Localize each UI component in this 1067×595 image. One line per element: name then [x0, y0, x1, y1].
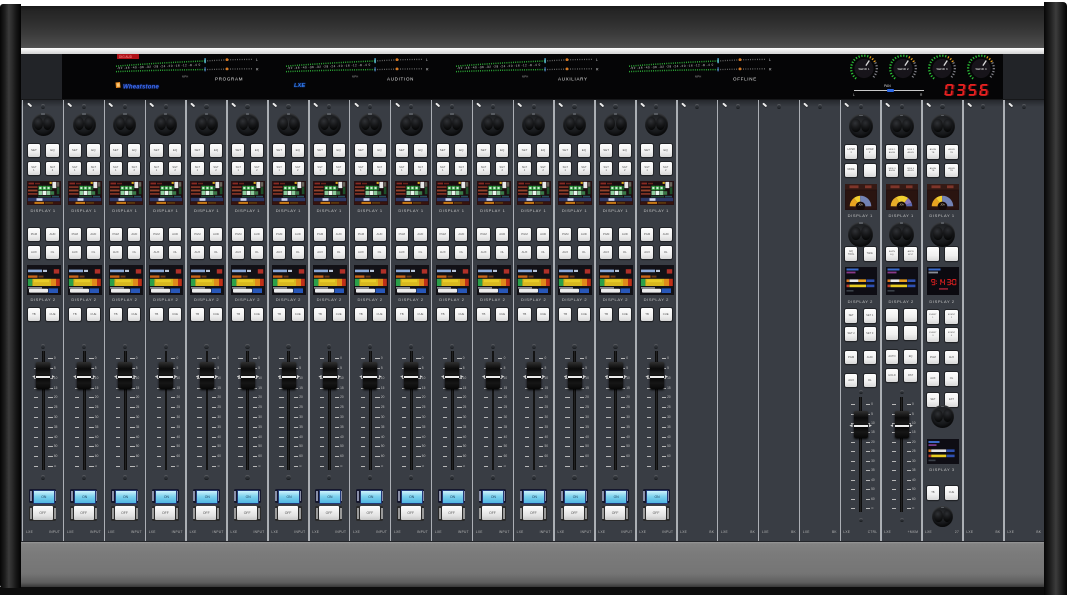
svg-text:J0h: J0h: [899, 203, 904, 207]
svg-text:SEND 3: SEND 3: [936, 67, 947, 71]
svg-text:MPH: MPH: [352, 75, 358, 79]
svg-text:R: R: [426, 67, 429, 71]
svg-text:R: R: [596, 67, 599, 71]
svg-text:R: R: [256, 67, 259, 71]
svg-text:L: L: [256, 58, 258, 62]
svg-text:R: R: [769, 67, 772, 71]
svg-text:-52 -46 -40 -36 -32 -28 -24 -2: -52 -46 -40 -36 -32 -28 -24 -20 -16 -12 …: [287, 63, 371, 71]
svg-text:SEND 1: SEND 1: [858, 67, 869, 71]
svg-text:L: L: [596, 58, 598, 62]
svg-text:SEND 2: SEND 2: [897, 67, 908, 71]
svg-text:L: L: [426, 58, 428, 62]
svg-text:-52 -46 -40 -36 -32 -28 -24 -2: -52 -46 -40 -36 -32 -28 -24 -20 -16 -12 …: [117, 63, 201, 71]
svg-text:J0h: J0h: [858, 203, 863, 207]
svg-text:AUDITION: AUDITION: [387, 77, 414, 82]
svg-text:PROGRAM: PROGRAM: [215, 77, 243, 82]
svg-text:J0h: J0h: [940, 203, 945, 207]
svg-text:AUXILIARY: AUXILIARY: [558, 77, 588, 82]
svg-text:Wheatstone: Wheatstone: [123, 84, 159, 90]
svg-text:SEND 4: SEND 4: [975, 67, 986, 71]
svg-text:OFFLINE: OFFLINE: [733, 77, 757, 82]
svg-text:MPH: MPH: [522, 75, 528, 79]
svg-text:L: L: [769, 58, 771, 62]
svg-text:MPH: MPH: [182, 75, 188, 79]
svg-text:-52 -46 -40 -36 -32 -28 -24 -2: -52 -46 -40 -36 -32 -28 -24 -20 -16 -12 …: [457, 63, 541, 71]
svg-text:MPH: MPH: [695, 75, 701, 79]
svg-text:-52 -46 -40 -36 -32 -28 -24 -2: -52 -46 -40 -36 -32 -28 -24 -20 -16 -12 …: [630, 63, 714, 71]
